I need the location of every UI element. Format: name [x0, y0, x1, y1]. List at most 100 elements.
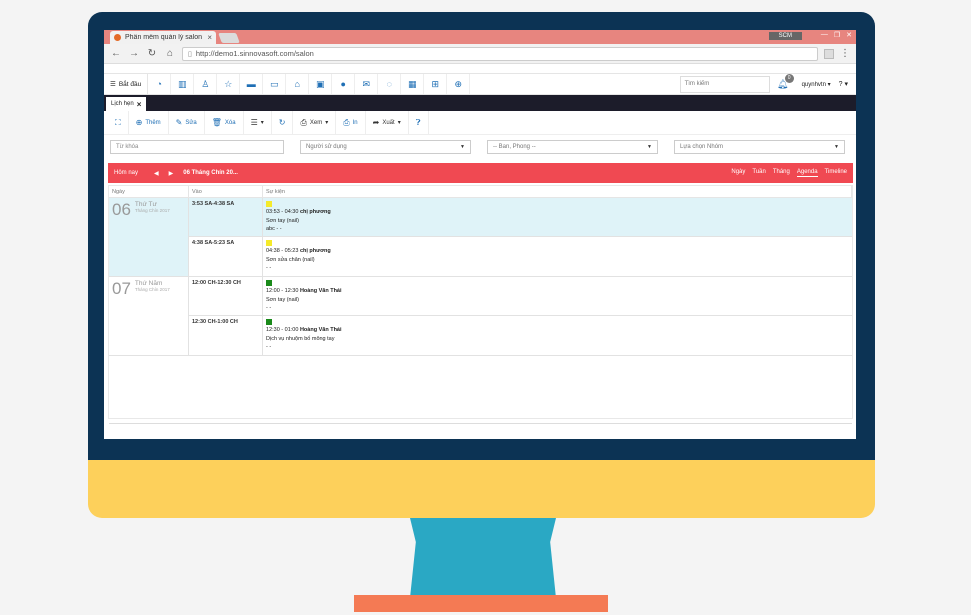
- list-menu-button[interactable]: ☰ ▾: [244, 111, 272, 134]
- view-tab[interactable]: Agenda: [796, 169, 818, 177]
- view-button[interactable]: ⎙ Xem ▾: [293, 111, 337, 134]
- maximize-icon[interactable]: ❐: [834, 31, 840, 39]
- app-toolbar: ☰ Bắt đầu ◔ ▥ ♙ ☆ ▬ ▭ ⌂ ▣ ● ✉ ◌ ▦ ⊞ ⊕ Tì…: [104, 73, 856, 95]
- user-menu[interactable]: quynhvtn ▾: [796, 81, 837, 88]
- back-icon[interactable]: ←: [110, 48, 122, 59]
- event-note: - -: [266, 344, 272, 350]
- help-menu[interactable]: ? ▾: [837, 80, 856, 88]
- card-icon[interactable]: ▬: [240, 74, 264, 94]
- event-cell[interactable]: 04:38 - 05:23 chị phương Sơn sửa chân (na…: [263, 237, 852, 276]
- search-input[interactable]: Tìm kiếm: [679, 75, 770, 93]
- group-select[interactable]: Lựa chọn Nhóm ▼: [674, 140, 845, 154]
- caret-down-icon: ▾: [397, 120, 401, 126]
- refresh-button[interactable]: ↻: [272, 111, 294, 134]
- close-window-icon[interactable]: ✕: [846, 31, 852, 39]
- browser-tab[interactable]: Phần mềm quản lý salon ×: [110, 31, 216, 44]
- help-icon: ?: [838, 81, 843, 88]
- user-select[interactable]: Người sử dụng ▼: [300, 140, 471, 154]
- inbox-icon[interactable]: ✉: [355, 74, 379, 94]
- export-button[interactable]: ➦ Xuất ▾: [366, 111, 409, 134]
- minimize-icon[interactable]: —: [821, 31, 828, 39]
- comment-icon[interactable]: ◌: [378, 74, 402, 94]
- module-tab-bar: Lịch hẹn ×: [104, 95, 856, 111]
- event-service: Sơn sửa chân (nail): [266, 256, 315, 263]
- print-button[interactable]: ⎙ In: [336, 111, 366, 134]
- browser-menu-icon[interactable]: ⋮: [840, 48, 850, 59]
- view-tab[interactable]: Ngày: [731, 169, 745, 177]
- trash-icon: 🗑︎: [211, 118, 222, 127]
- home-icon[interactable]: ⌂: [164, 48, 176, 59]
- view-tab[interactable]: Tháng: [773, 169, 790, 177]
- event-cell[interactable]: 12:00 - 12:30 Hoàng Văn Thái Sơn tay (nai…: [263, 277, 852, 315]
- event-cell[interactable]: 03:53 - 04:30 chị phương Sơn tay (nail) ab…: [263, 198, 852, 236]
- table-row[interactable]: 12:30 CH-1:00 CH 12:30 - 01:00 Hoàng Văn …: [189, 316, 852, 355]
- user-icon[interactable]: ♙: [194, 74, 218, 94]
- notification-badge: 0: [784, 73, 794, 83]
- new-tab-button[interactable]: [218, 33, 240, 43]
- table-row[interactable]: 12:00 CH-12:30 CH 12:00 - 12:30 Hoàng Văn…: [189, 277, 852, 316]
- close-tab-icon[interactable]: ×: [137, 100, 142, 109]
- refresh-icon: ↻: [278, 118, 286, 127]
- table-row[interactable]: 4:38 SA-5:23 SA 04:38 - 05:23 chị phương S…: [189, 237, 852, 276]
- caret-down-icon: ▼: [647, 144, 652, 150]
- month-label: Tháng Chín 2017: [134, 208, 170, 213]
- forward-icon[interactable]: →: [128, 48, 140, 59]
- department-select[interactable]: -- Ban, Phong -- ▼: [487, 140, 658, 154]
- action-toolbar: ⛶ ⊕ Thêm ✎ Sửa 🗑︎ Xóa ☰ ▾ ↻ ⎙ Xem ▾ ⎙ In ➦ Xuất ▾…: [104, 111, 856, 135]
- notification-button[interactable]: 🔔︎ 0: [770, 73, 796, 90]
- start-menu-button[interactable]: ☰ Bắt đầu: [104, 74, 149, 94]
- money-icon[interactable]: ▣: [309, 74, 333, 94]
- customer-name: Hoàng Văn Thái: [299, 327, 342, 333]
- tab-appointments[interactable]: Lịch hẹn ×: [106, 97, 147, 111]
- chart-icon[interactable]: ▥: [171, 74, 195, 94]
- event-color-marker: [266, 280, 272, 286]
- binoculars-button[interactable]: ⛶: [108, 111, 129, 134]
- caret-down-icon: ▾: [260, 120, 264, 126]
- date-range-label: 06 Tháng Chín 20...: [183, 170, 238, 176]
- monitor-base: [354, 595, 608, 612]
- prev-icon[interactable]: ◀: [154, 170, 159, 177]
- event-cell[interactable]: 12:30 - 01:00 Hoàng Văn Thái Dịch vụ nhuộ…: [263, 316, 852, 355]
- next-icon[interactable]: ▶: [169, 170, 174, 177]
- star-icon[interactable]: ☆: [217, 74, 241, 94]
- tab-close-icon[interactable]: ×: [207, 33, 212, 42]
- add-button[interactable]: ⊕ Thêm: [129, 111, 169, 134]
- customer-name: Hoàng Văn Thái: [299, 288, 342, 294]
- cart-plus-icon[interactable]: ⊕: [447, 74, 471, 94]
- question-icon: ❓︎: [415, 117, 421, 127]
- event-time: 4:38 SA-5:23 SA: [189, 237, 263, 276]
- monitor-chin: [88, 460, 875, 518]
- customer-name: chị phương: [299, 248, 331, 254]
- edit-button[interactable]: ✎ Sửa: [169, 111, 205, 134]
- view-tab[interactable]: Tuần: [752, 169, 765, 177]
- cart-icon[interactable]: ⊞: [424, 74, 448, 94]
- keyword-input[interactable]: Từ khóa: [110, 140, 284, 154]
- weekday-label: Thứ Tư: [134, 201, 157, 208]
- day-number: 06: [112, 200, 131, 219]
- extension-icon[interactable]: [824, 48, 834, 59]
- reload-icon[interactable]: ↻: [146, 48, 158, 59]
- bank-icon[interactable]: ⌂: [286, 74, 310, 94]
- view-tab[interactable]: Timeline: [825, 169, 847, 177]
- url-input[interactable]: ▯ http://demo1.sinnovasoft.com/salon: [182, 46, 818, 61]
- event-time-range: 04:38 - 05:23: [266, 248, 299, 254]
- browser-window: Phần mềm quản lý salon × SCM — ❐ ✕ ← → ↻…: [104, 30, 856, 439]
- event-service: Sơn tay (nail): [266, 217, 299, 224]
- pencil-icon: ✎: [175, 118, 183, 127]
- binoculars-icon: ⛶: [115, 117, 121, 127]
- event-color-marker: [266, 319, 272, 325]
- url-text: http://demo1.sinnovasoft.com/salon: [195, 49, 314, 58]
- today-button[interactable]: Hôm nay: [114, 170, 138, 176]
- credit-card-icon[interactable]: ▭: [263, 74, 287, 94]
- list-icon: ☰: [250, 118, 258, 127]
- person-icon[interactable]: ●: [332, 74, 356, 94]
- dashboard-icon[interactable]: ◔: [148, 74, 172, 94]
- caret-down-icon: ▾: [827, 81, 831, 88]
- event-color-marker: [266, 240, 272, 246]
- calendar-icon[interactable]: ▦: [401, 74, 425, 94]
- delete-button[interactable]: 🗑︎ Xóa: [205, 111, 244, 134]
- filter-row: Từ khóa Người sử dụng ▼ -- Ban, Phong -- ▼…: [104, 135, 856, 159]
- help-button[interactable]: ❓︎: [409, 111, 429, 134]
- event-service: Sơn tay (nail): [266, 296, 299, 303]
- table-row[interactable]: 3:53 SA-4:38 SA 03:53 - 04:30 chị phương S…: [189, 198, 852, 237]
